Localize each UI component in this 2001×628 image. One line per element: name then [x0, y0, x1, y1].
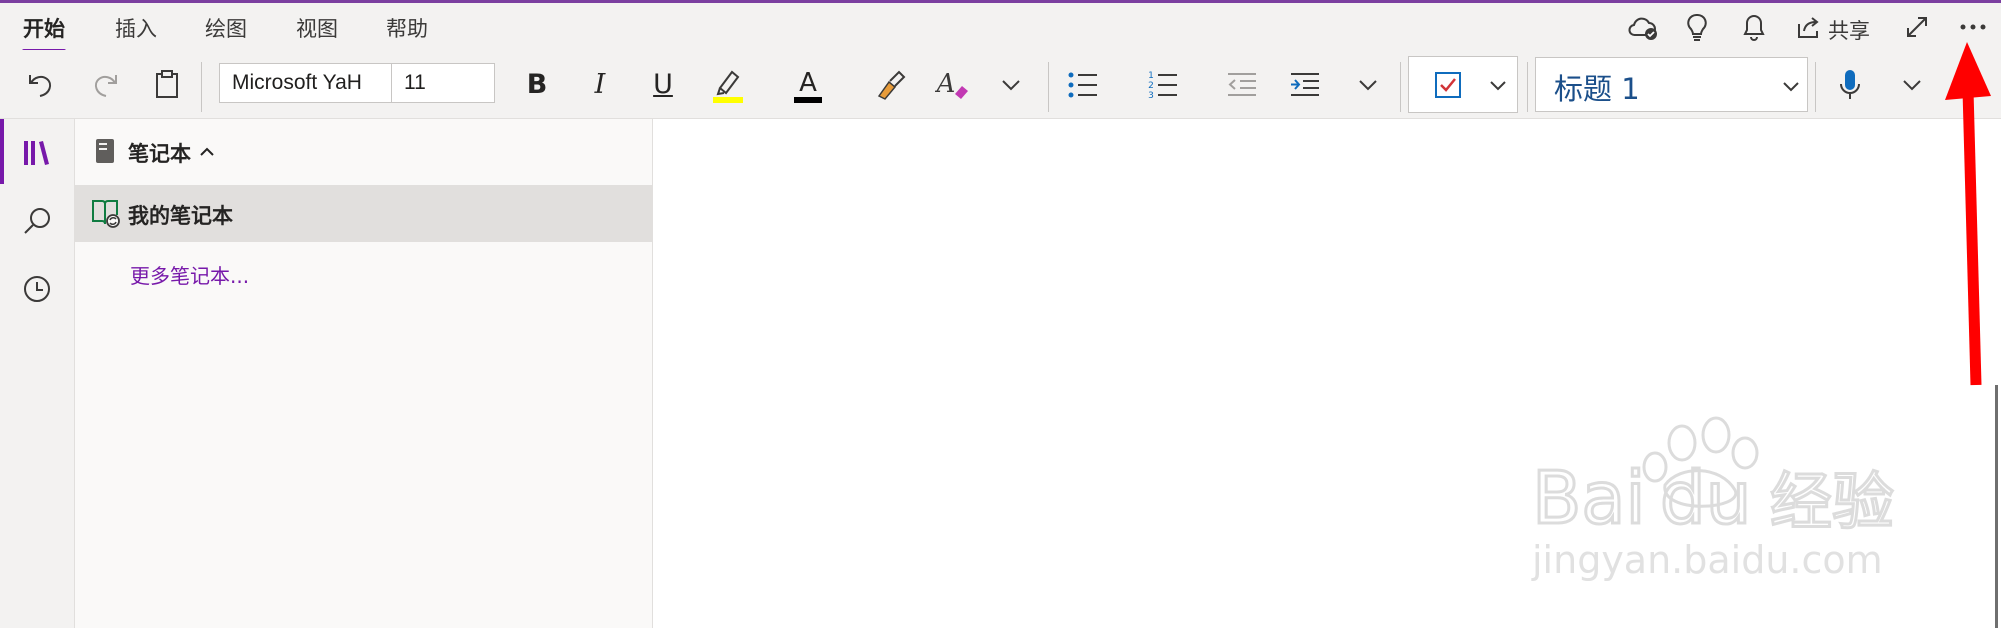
chevron-down-icon[interactable] [1353, 70, 1383, 100]
baidu-watermark: Bai du 经验 jingyan.baidu.com [1531, 416, 1896, 582]
notebooks-icon[interactable] [17, 133, 57, 173]
chevron-down-icon[interactable] [1897, 70, 1927, 100]
svg-text:2: 2 [1148, 81, 1154, 91]
svg-text:jingyan.baidu.com: jingyan.baidu.com [1531, 538, 1883, 582]
tab-view[interactable]: 视图 [296, 13, 338, 43]
notebook-icon [91, 136, 119, 166]
ribbon-separator [1400, 62, 1401, 112]
ribbon-separator [1815, 62, 1816, 112]
underline-button[interactable]: U [643, 64, 683, 104]
svg-text:1: 1 [1148, 71, 1154, 81]
chevron-down-icon[interactable] [1485, 73, 1511, 97]
notebooks-header-label: 笔记本 [128, 142, 191, 166]
search-icon[interactable] [17, 201, 57, 241]
todo-checkbox-icon [1433, 70, 1463, 100]
recent-clock-icon[interactable] [17, 269, 57, 309]
chevron-up-icon[interactable] [197, 141, 217, 161]
expand-icon[interactable] [1900, 11, 1934, 43]
tab-help[interactable]: 帮助 [386, 13, 428, 43]
svg-text:经验: 经验 [1770, 465, 1894, 538]
share-icon[interactable] [1794, 11, 1824, 43]
chevron-down-icon[interactable] [996, 70, 1026, 100]
bold-button[interactable]: B [517, 64, 557, 104]
format-painter-icon[interactable] [869, 64, 911, 106]
tab-insert[interactable]: 插入 [115, 13, 157, 43]
svg-text:du: du [1660, 456, 1751, 540]
lightbulb-icon[interactable] [1682, 11, 1712, 43]
more-notebooks-link[interactable]: 更多笔记本... [130, 260, 249, 289]
bell-icon[interactable] [1739, 11, 1769, 43]
notebook-item-label: 我的笔记本 [128, 204, 233, 228]
notebooks-header[interactable]: 笔记本 [75, 119, 652, 185]
ribbon-separator [201, 62, 202, 112]
svg-text:3: 3 [1148, 91, 1154, 101]
style-picker[interactable]: 标题 1 [1535, 57, 1808, 112]
notebook-item[interactable]: 我的笔记本 [75, 185, 652, 242]
tab-home[interactable]: 开始 [23, 13, 65, 43]
svg-text:A: A [935, 69, 955, 99]
cloud-sync-icon[interactable] [1626, 11, 1660, 43]
font-picker: Microsoft YaH 11 [219, 63, 495, 103]
italic-button[interactable]: I [580, 64, 620, 104]
svg-text:A: A [799, 68, 817, 98]
svg-text:Bai: Bai [1532, 456, 1646, 540]
share-label[interactable]: 共享 [1828, 15, 1870, 45]
redo-icon[interactable] [86, 66, 124, 102]
font-size-field[interactable]: 11 [392, 64, 494, 102]
dictate-microphone-icon[interactable] [1831, 64, 1869, 106]
highlighter-icon[interactable] [707, 64, 749, 106]
tab-bar: 开始 插入 绘图 视图 帮助 共享 [0, 3, 2001, 53]
scrollbar-thumb[interactable] [1995, 385, 1998, 628]
numbered-list-icon[interactable]: 123 [1142, 64, 1184, 106]
more-options-icon[interactable] [1955, 11, 1991, 43]
style-value: 标题 1 [1554, 72, 1640, 106]
tab-draw[interactable]: 绘图 [205, 13, 247, 43]
chevron-down-icon[interactable] [1778, 74, 1804, 98]
clipboard-icon[interactable] [148, 66, 186, 102]
decrease-indent-icon[interactable] [1221, 64, 1263, 106]
increase-indent-icon[interactable] [1284, 64, 1326, 106]
font-name-field[interactable]: Microsoft YaH [220, 64, 392, 102]
rail-active-indicator [0, 119, 4, 184]
notebook-sync-icon [90, 197, 122, 229]
bullet-list-icon[interactable] [1062, 64, 1104, 106]
font-color-button[interactable]: A [787, 64, 829, 106]
ribbon-separator [1048, 62, 1049, 112]
undo-icon[interactable] [22, 66, 60, 102]
ribbon-separator [1527, 62, 1528, 112]
annotation-arrow [1945, 42, 1991, 386]
left-rail [0, 119, 75, 628]
tag-picker[interactable] [1408, 56, 1518, 113]
clear-formatting-icon[interactable]: A [932, 64, 974, 106]
notebook-navigation-pane: 笔记本 我的笔记本 更多笔记本... [75, 119, 653, 628]
